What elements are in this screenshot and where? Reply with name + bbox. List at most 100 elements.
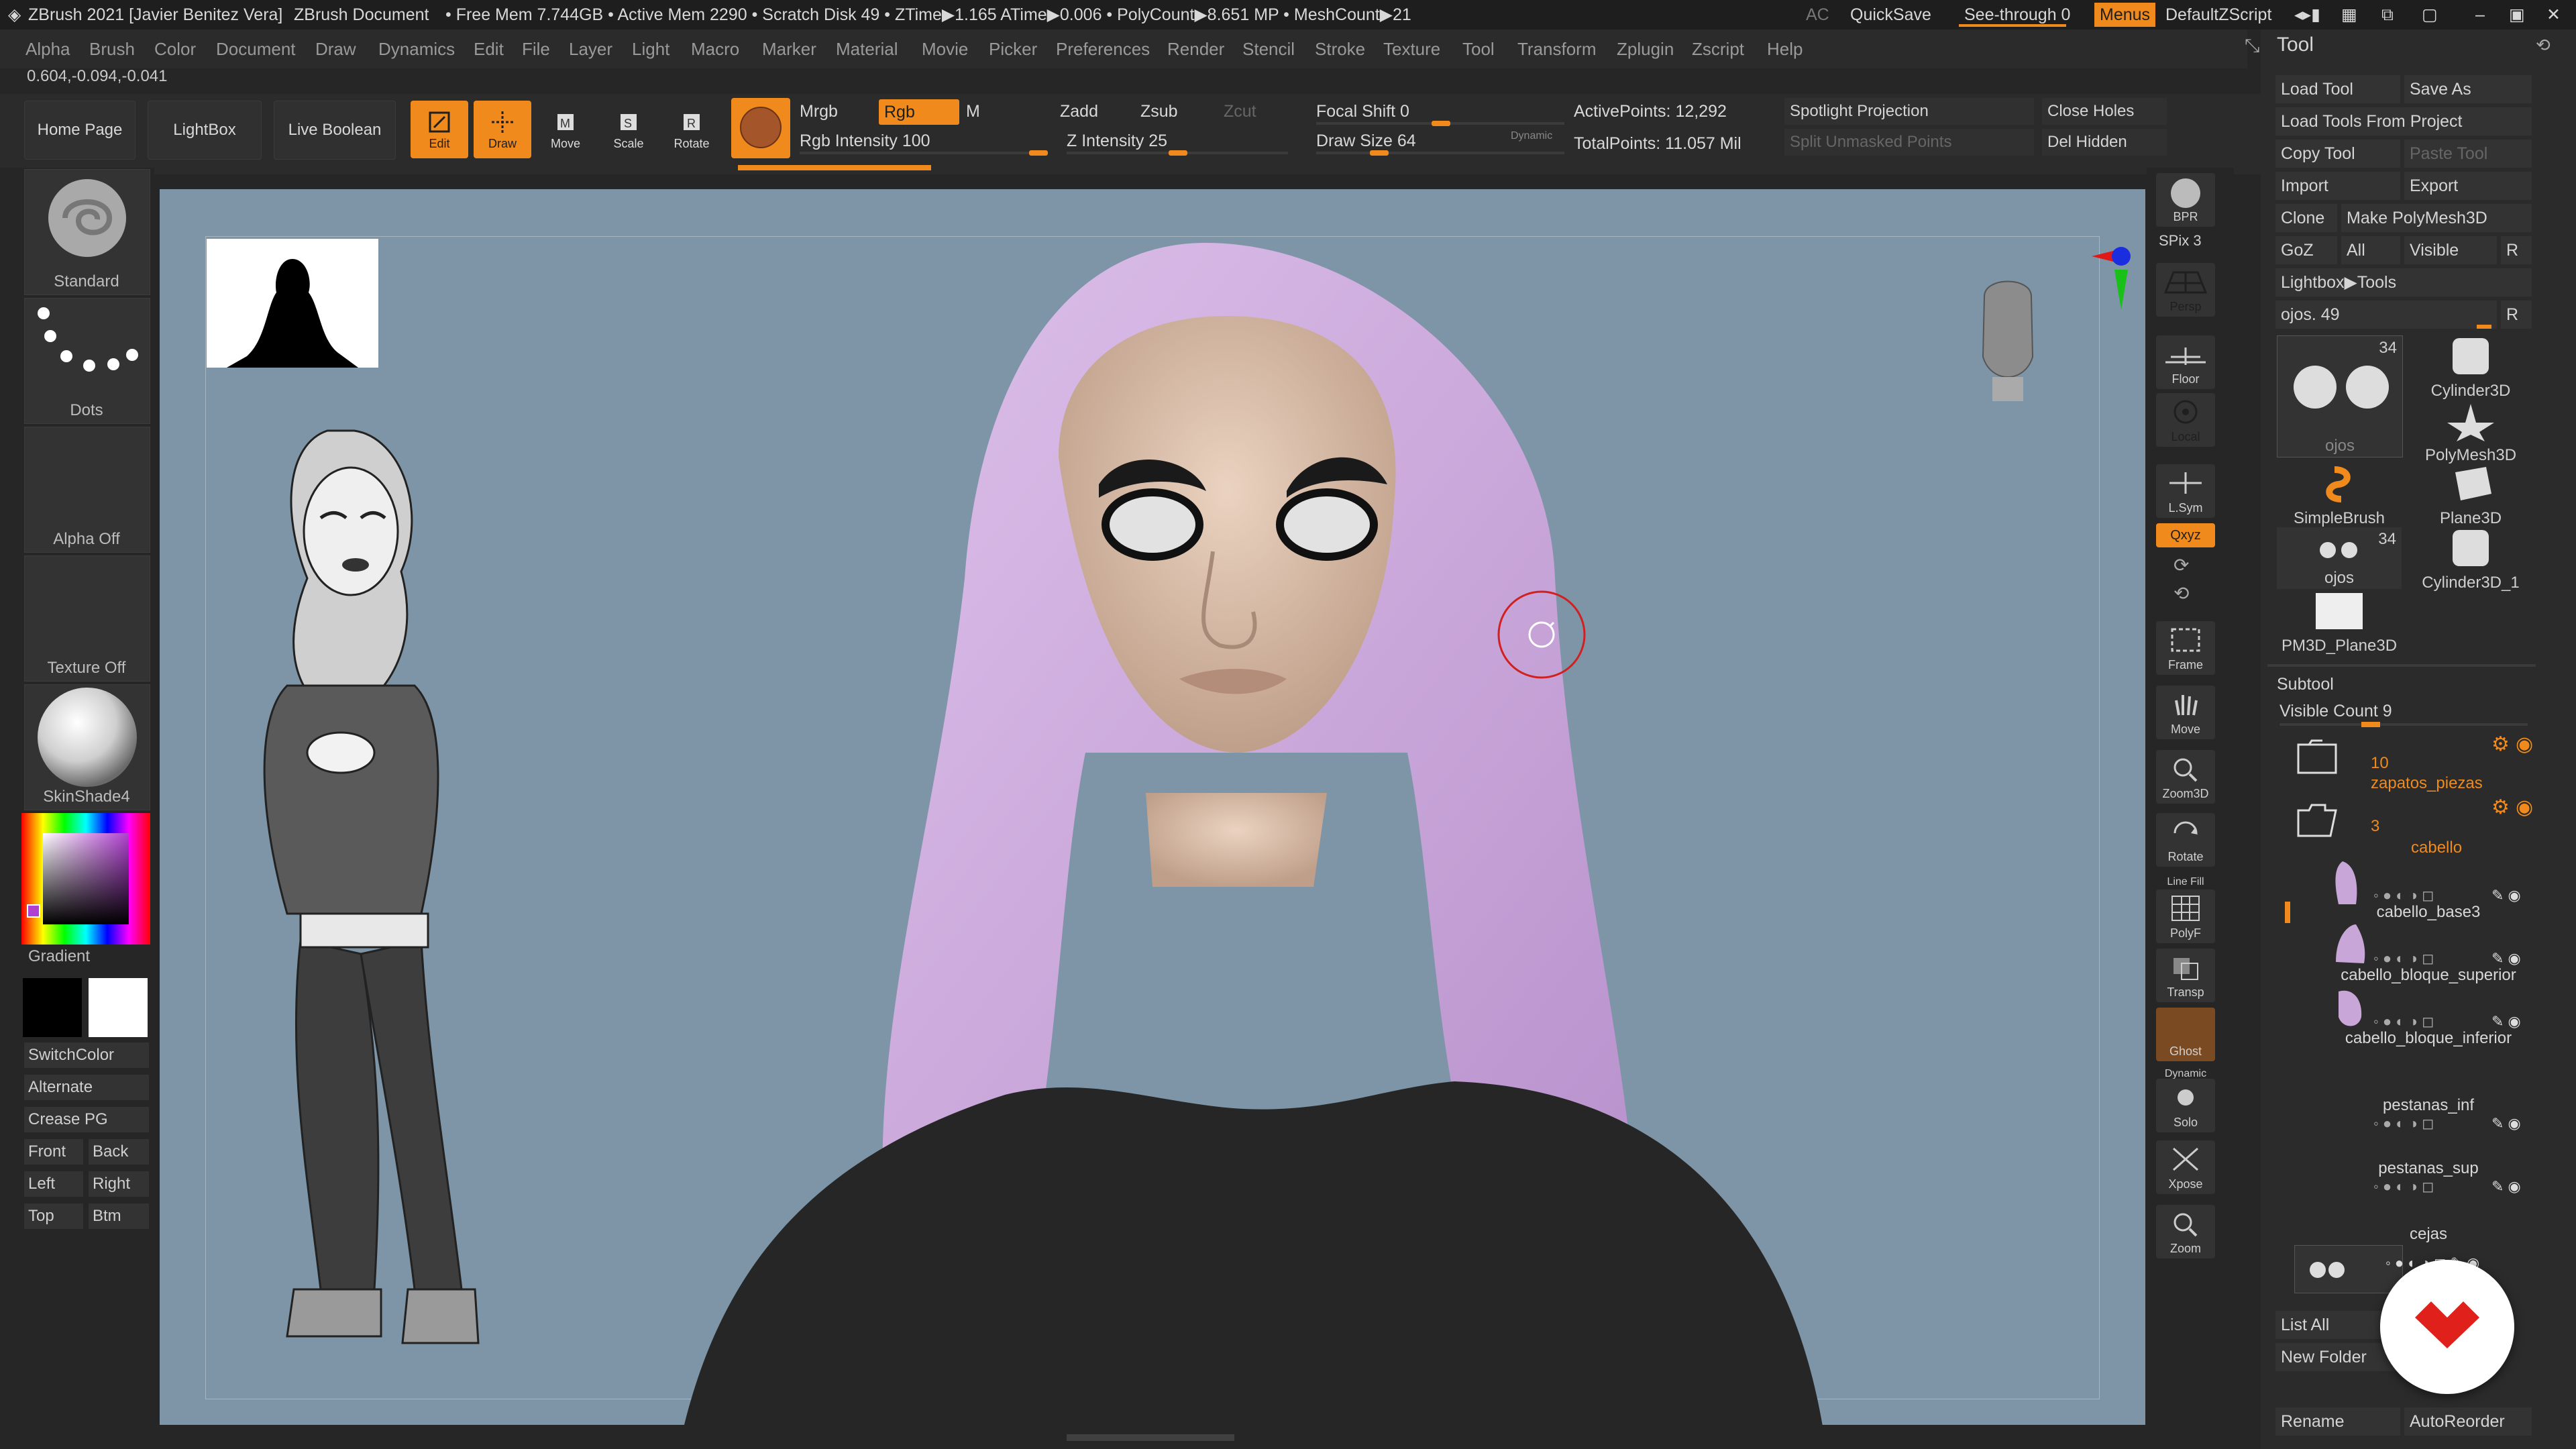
mrgb-toggle[interactable]: Mrgb (800, 98, 838, 125)
z-intensity-slider[interactable]: Z Intensity 25 (1067, 127, 1288, 156)
subtool-brush-eye-icon[interactable]: ✎ ◉ (2491, 950, 2521, 967)
material-preview-button[interactable] (731, 98, 790, 158)
zoom3d-button[interactable]: Zoom3D (2156, 750, 2215, 804)
menu-macro[interactable]: Macro (691, 30, 739, 68)
alternate-toggle[interactable]: Alternate (24, 1075, 149, 1100)
rename-button[interactable]: Rename (2275, 1407, 2400, 1436)
visible-count-knob[interactable] (2361, 722, 2380, 727)
lightbox-tools-button[interactable]: Lightbox▶Tools (2275, 268, 2532, 297)
goz-all-button[interactable]: All (2341, 236, 2400, 264)
tool-thumb-pm3d-plane3d[interactable]: PM3D_Plane3D (2277, 590, 2402, 655)
polyframe-toggle[interactable]: PolyF (2156, 890, 2215, 943)
xyz-symmetry-toggle[interactable]: Qxyz (2156, 523, 2215, 547)
floating-icon[interactable]: ⧉ (2381, 0, 2394, 30)
tool-thumb-polymesh3d[interactable]: PolyMesh3D (2408, 400, 2533, 464)
split-unmasked-points-button[interactable]: Split Unmasked Points (1784, 129, 2034, 156)
subtool-row-pestanas-sup[interactable]: pestanas_sup ◦ ● ◐ ◑ ◻ ✎ ◉ (2288, 1111, 2569, 1195)
lightbox-button[interactable]: LightBox (148, 101, 262, 160)
frame-button[interactable]: Frame (2156, 621, 2215, 675)
xpose-toggle[interactable]: Xpose (2156, 1140, 2215, 1194)
left-view-button[interactable]: Left (24, 1171, 83, 1197)
default-zscript-button[interactable]: DefaultZScript (2165, 0, 2271, 30)
menu-material[interactable]: Material (836, 30, 898, 68)
color-saturation-square[interactable] (43, 833, 129, 924)
subtool-toggles-icon[interactable]: ◦ ● ◐ ◑ ◻ (2373, 950, 2434, 967)
menu-zscript[interactable]: Zscript (1692, 30, 1744, 68)
save-as-button[interactable]: Save As (2404, 75, 2532, 103)
subtool-row-cabello-bloque-inferior[interactable]: cabello_bloque_inferior ◦ ● ◐ ◑ ◻ ✎ ◉ (2288, 985, 2569, 1048)
menu-document[interactable]: Document (216, 30, 296, 68)
clone-button[interactable]: Clone (2275, 204, 2337, 232)
spotlight-projection-button[interactable]: Spotlight Projection (1784, 98, 2034, 125)
rotate-y-icon[interactable]: ⟳ (2174, 554, 2189, 576)
zsub-toggle[interactable]: Zsub (1140, 98, 1178, 125)
bottom-tray-handle[interactable] (1067, 1434, 1234, 1441)
top-view-button[interactable]: Top (24, 1203, 83, 1229)
subtool-brush-eye-icon[interactable]: ✎ ◉ (2491, 1013, 2521, 1030)
menu-alpha[interactable]: Alpha (25, 30, 70, 68)
zcut-toggle[interactable]: Zcut (1224, 98, 1256, 125)
menu-dynamics[interactable]: Dynamics (378, 30, 455, 68)
folder-visibility-eye-icon[interactable]: ◉ (2516, 733, 2533, 756)
local-toggle[interactable]: Local (2156, 393, 2215, 447)
close-icon[interactable]: ✕ (2546, 0, 2561, 30)
menu-picker[interactable]: Picker (989, 30, 1037, 68)
draw-size-knob[interactable] (1370, 150, 1389, 156)
auto-reorder-button[interactable]: AutoReorder (2404, 1407, 2532, 1436)
rotate-z-icon[interactable]: ⟲ (2174, 582, 2189, 604)
visible-count-slider[interactable]: Visible Count 9 (2279, 702, 2392, 721)
folder-visibility-eye-icon[interactable]: ◉ (2516, 796, 2533, 819)
tool-thumb-cylinder3d-1[interactable]: Cylinder3D_1 (2408, 527, 2533, 592)
axis-gyro-icon[interactable] (2092, 236, 2145, 317)
menu-file[interactable]: File (522, 30, 550, 68)
bottom-view-button[interactable]: Btm (89, 1203, 149, 1229)
back-view-button[interactable]: Back (89, 1139, 149, 1165)
floor-toggle[interactable]: Floor (2156, 335, 2215, 389)
menus-toggle[interactable]: Menus (2094, 3, 2156, 27)
menu-zplugin[interactable]: Zplugin (1617, 30, 1674, 68)
viewport-canvas[interactable] (160, 189, 2145, 1425)
paste-tool-button[interactable]: Paste Tool (2404, 140, 2532, 168)
crease-pg-button[interactable]: Crease PG (24, 1107, 149, 1132)
menu-color[interactable]: Color (154, 30, 196, 68)
menu-brush[interactable]: Brush (89, 30, 135, 68)
subtool-section-title[interactable]: Subtool (2277, 675, 2334, 694)
front-view-button[interactable]: Front (24, 1139, 83, 1165)
layout-icon[interactable]: ◂▸▮ (2294, 0, 2320, 30)
menu-stroke[interactable]: Stroke (1315, 30, 1365, 68)
focal-shift-slider[interactable]: Focal Shift 0 (1316, 98, 1564, 126)
menu-layer[interactable]: Layer (569, 30, 612, 68)
close-holes-button[interactable]: Close Holes (2042, 98, 2167, 125)
live-boolean-button[interactable]: Live Boolean (274, 101, 396, 160)
menu-tool[interactable]: Tool (1462, 30, 1495, 68)
home-page-button[interactable]: Home Page (24, 101, 136, 160)
color-picker[interactable] (21, 813, 150, 945)
secondary-color-swatch[interactable] (27, 904, 40, 918)
palette-pin-icon[interactable]: ⤡ (2245, 35, 2259, 57)
load-tool-button[interactable]: Load Tool (2275, 75, 2400, 103)
rgb-intensity-slider[interactable]: Rgb Intensity 100 (800, 127, 1048, 156)
quicksave-button[interactable]: QuickSave (1850, 0, 1931, 30)
scale-button[interactable]: S Scale (600, 101, 657, 158)
goz-r-button[interactable]: R (2501, 236, 2532, 264)
ghost-toggle[interactable]: Ghost (2156, 1008, 2215, 1061)
switch-color-button[interactable]: SwitchColor (24, 1042, 149, 1068)
menu-transform[interactable]: Transform (1517, 30, 1597, 68)
rotate-view-button[interactable]: Rotate (2156, 813, 2215, 867)
menu-marker[interactable]: Marker (762, 30, 816, 68)
del-hidden-button[interactable]: Del Hidden (2042, 129, 2167, 156)
subtool-row-cabello-base3[interactable]: cabello_base3 ◦ ● ◐ ◑ ◻ ✎ ◉ (2288, 859, 2569, 922)
menu-light[interactable]: Light (632, 30, 669, 68)
tool-thumb-cylinder3d[interactable]: Cylinder3D (2408, 335, 2533, 400)
main-color-swatch[interactable] (23, 978, 82, 1037)
focal-shift-knob[interactable] (1432, 121, 1450, 126)
subtool-toggles-icon[interactable]: ◦ ● ◐ ◑ ◻ (2373, 887, 2434, 904)
zoom-button[interactable]: Zoom (2156, 1205, 2215, 1258)
z-intensity-knob[interactable] (1169, 150, 1187, 156)
export-button[interactable]: Export (2404, 172, 2532, 200)
menu-render[interactable]: Render (1167, 30, 1224, 68)
persp-toggle[interactable]: Persp (2156, 263, 2215, 317)
subtool-row-cabello[interactable]: 3 cabello ⚙ ◉ (2288, 796, 2569, 859)
right-view-button[interactable]: Right (89, 1171, 149, 1197)
minimize-icon[interactable]: – (2475, 0, 2485, 30)
